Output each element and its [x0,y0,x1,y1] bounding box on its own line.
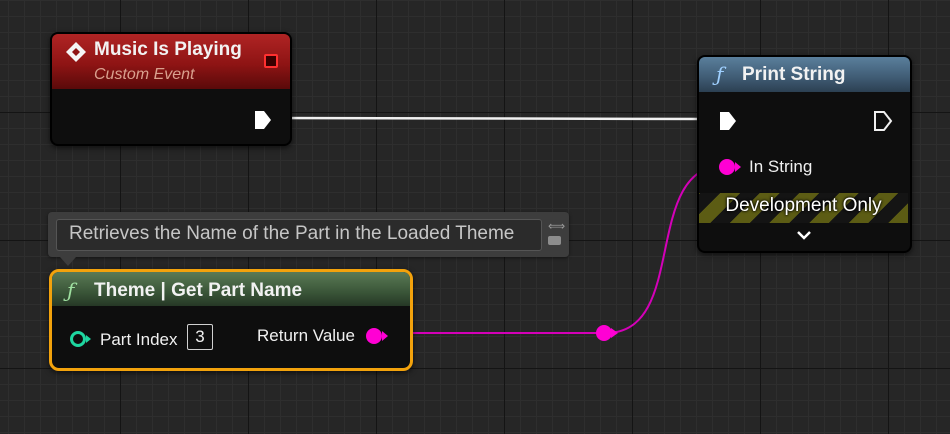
comment-bubble[interactable]: Retrieves the Name of the Part in the Lo… [48,212,569,257]
exec-out-pin-empty[interactable] [873,110,893,132]
exec-wire[interactable] [271,116,719,121]
part-index-pin[interactable] [69,330,93,348]
in-string-pin[interactable] [718,158,742,176]
event-diamond-icon [66,42,86,62]
get-part-name-node[interactable]: ƒ Theme | Get Part Name Part Index 3 Ret… [49,269,413,371]
event-subtitle: Custom Event [94,66,195,83]
in-string-label: In String [749,157,813,176]
return-value-pin[interactable] [365,327,389,345]
reroute-node[interactable] [596,325,618,341]
part-index-label: Part Index [100,330,178,349]
expand-chevron-icon[interactable] [796,229,812,241]
development-only-label: Development Only [725,195,882,216]
print-string-node[interactable]: ƒ Print String In String Development Onl… [697,55,912,253]
comment-text: Retrieves the Name of the Part in the Lo… [69,223,515,244]
comment-tail [60,257,76,266]
function-icon: ƒ [67,278,75,302]
custom-event-node[interactable]: Music Is Playing Custom Event [50,32,292,146]
comment-bubble-icon[interactable] [548,236,561,245]
event-title: Music Is Playing [94,39,242,60]
get-part-name-title: Theme | Get Part Name [94,280,303,301]
return-value-label: Return Value [257,326,355,345]
comment-pin-icon[interactable]: ⟺ [548,219,565,233]
exec-out-pin[interactable] [253,109,273,131]
print-string-title: Print String [742,64,846,85]
function-icon: ƒ [716,62,724,86]
replication-stop-icon [264,54,278,68]
exec-in-pin[interactable] [718,110,738,132]
part-index-value-field[interactable]: 3 [187,324,213,350]
